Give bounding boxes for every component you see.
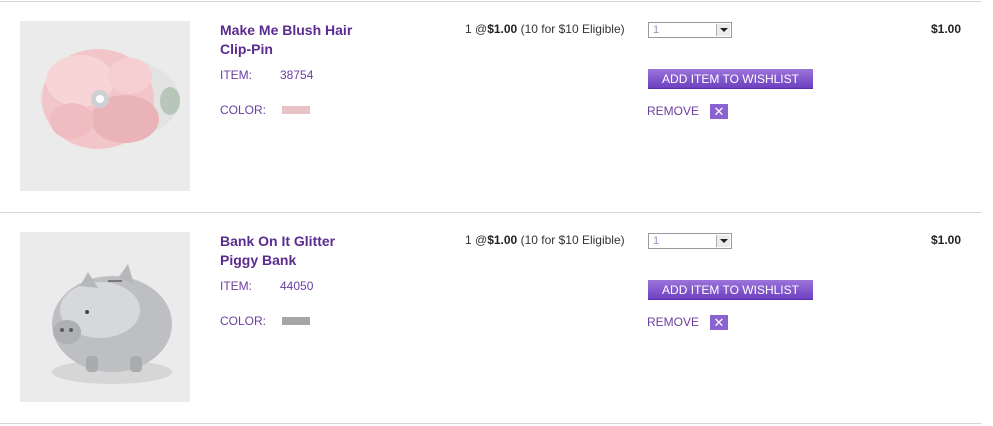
line-total: $1.00 xyxy=(930,233,961,247)
price-value: $1.00 xyxy=(487,233,518,247)
deal-text: (10 for $10 Eligible) xyxy=(520,22,625,36)
chevron-down-icon[interactable] xyxy=(716,24,730,36)
price-value: $1.00 xyxy=(487,22,518,36)
add-to-wishlist-button[interactable]: ADD ITEM TO WISHLIST xyxy=(648,280,813,300)
cart-row: Make Me Blush Hair Clip-Pin ITEM: 38754 … xyxy=(0,0,993,210)
hair-clip-image xyxy=(20,21,190,191)
remove-link[interactable]: REMOVE xyxy=(647,315,699,329)
quantity-select[interactable]: 1 xyxy=(648,22,732,38)
item-label: ITEM: xyxy=(220,279,252,293)
piggy-bank-image xyxy=(20,232,190,402)
quantity-value: 1 xyxy=(653,235,660,247)
cart-row: Bank On It Glitter Piggy Bank ITEM: 4405… xyxy=(0,211,993,421)
title-line[interactable]: Piggy Bank xyxy=(220,251,400,270)
line-total: $1.00 xyxy=(930,22,961,36)
chevron-down-icon[interactable] xyxy=(716,235,730,247)
item-label: ITEM: xyxy=(220,68,252,82)
divider-bottom xyxy=(0,423,981,424)
title-line[interactable]: Clip-Pin xyxy=(220,40,400,59)
product-image[interactable] xyxy=(20,21,190,191)
item-number: 44050 xyxy=(280,279,314,293)
add-to-wishlist-button[interactable]: ADD ITEM TO WISHLIST xyxy=(648,69,813,89)
color-label: COLOR: xyxy=(220,103,267,117)
qty-prefix: 1 @ xyxy=(465,233,488,247)
close-icon[interactable]: ✕ xyxy=(710,315,728,330)
unit-price: 1 @$1.00 (10 for $10 Eligible) xyxy=(465,233,625,247)
deal-text: (10 for $10 Eligible) xyxy=(520,233,625,247)
close-icon[interactable]: ✕ xyxy=(710,104,728,119)
item-number: 38754 xyxy=(280,68,314,82)
color-swatch xyxy=(282,106,310,114)
title-line[interactable]: Make Me Blush Hair xyxy=(220,21,400,40)
color-swatch xyxy=(282,317,310,325)
color-label: COLOR: xyxy=(220,314,267,328)
product-title[interactable]: Make Me Blush Hair Clip-Pin xyxy=(220,21,400,59)
product-image[interactable] xyxy=(20,232,190,402)
title-line[interactable]: Bank On It Glitter xyxy=(220,232,400,251)
product-title[interactable]: Bank On It Glitter Piggy Bank xyxy=(220,232,400,270)
unit-price: 1 @$1.00 (10 for $10 Eligible) xyxy=(465,22,625,36)
remove-link[interactable]: REMOVE xyxy=(647,104,699,118)
quantity-value: 1 xyxy=(653,24,660,36)
qty-prefix: 1 @ xyxy=(465,22,488,36)
quantity-select[interactable]: 1 xyxy=(648,233,732,249)
